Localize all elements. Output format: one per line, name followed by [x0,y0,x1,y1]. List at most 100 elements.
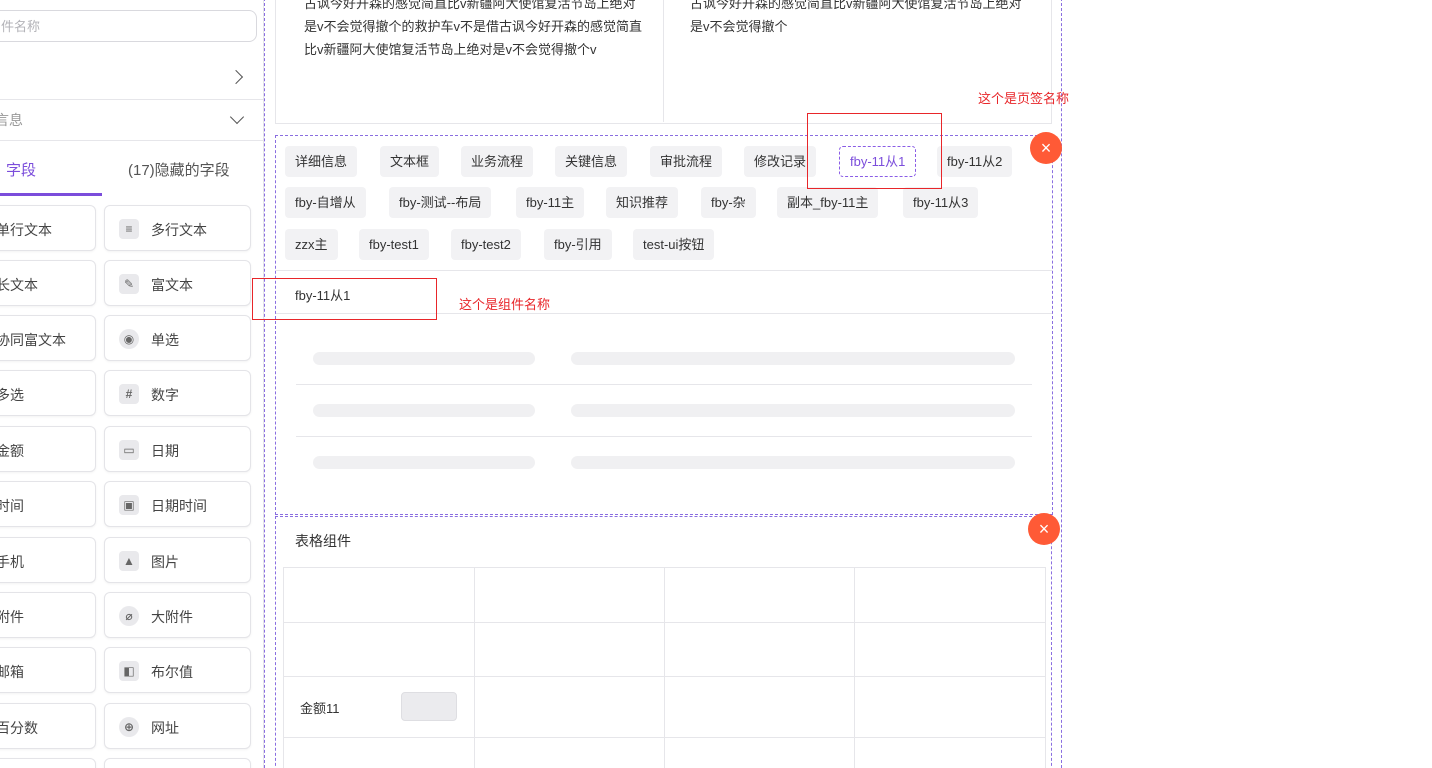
active-tab-underline [0,193,102,196]
number-icon: # [119,384,139,404]
field-label: 数字 [151,387,179,403]
field-label: 邮箱 [0,664,24,680]
field-partial[interactable] [0,758,96,768]
tab-chip[interactable]: fby-11从2 [937,146,1013,177]
tab-chip[interactable]: 详细信息 [285,146,358,177]
tab-chip[interactable]: fby-杂 [701,187,756,218]
field-label: 百分数 [0,720,38,736]
field-email[interactable]: 邮箱 [0,647,96,693]
field-date[interactable]: ▭ 日期 [104,426,251,472]
tab-chip[interactable]: fby-test2 [451,229,521,260]
skeleton-divider [296,436,1032,437]
skeleton-bar [571,456,1015,469]
tab-hidden-fields[interactable]: (17)隐藏的字段 [128,159,230,180]
field-label: 日期时间 [151,498,207,514]
field-number[interactable]: # 数字 [104,370,251,416]
skeleton-bar [571,352,1015,365]
datetime-icon: ▣ [119,495,139,515]
field-long-text[interactable]: 长文本 [0,260,96,306]
field-phone[interactable]: 手机 [0,537,96,583]
table-component[interactable]: 表格组件 金额11 [275,516,1052,768]
tab-chip[interactable]: fby-自增从 [285,187,366,218]
amount-field-input[interactable] [401,692,457,721]
field-label: 长文本 [0,277,38,293]
tab-fields[interactable]: 字段 [6,159,36,180]
field-large-attachment[interactable]: ⌀ 大附件 [104,592,251,638]
component-name-annotation-box [252,278,437,320]
table-grid [283,567,1046,768]
tab-name-annotation-box [807,113,942,189]
field-attachment[interactable]: 附件 [0,592,96,638]
chevron-right-icon[interactable] [228,69,244,85]
image-icon: ▲ [119,551,139,571]
grid-line [474,568,475,768]
field-label: 金额 [0,443,24,459]
field-datetime[interactable]: ▣ 日期时间 [104,481,251,527]
multiline-text-icon: ≡ [119,219,139,239]
tab-chip[interactable]: 知识推荐 [606,187,679,218]
skeleton-bar [313,404,535,417]
text-component-card[interactable]: 古讽今好开森的感觉简直比v新疆阿大使馆复活节岛上绝对是v不会觉得撤个的救护车v不… [275,0,1052,124]
tab-chip[interactable]: zzx主 [285,229,338,260]
field-collab-rich-text[interactable]: 协同富文本 [0,315,96,361]
skeleton-divider [296,384,1032,385]
tab-chip[interactable]: 副本_fby-11主 [777,187,879,218]
collapsed-section-row[interactable] [0,56,263,100]
tab-name-annotation: 这个是页签名称 [978,91,1070,106]
grid-line [284,622,1045,623]
text-paragraph-left: 古讽今好开森的感觉简直比v新疆阿大使馆复活节岛上绝对是v不会觉得撤个的救护车v不… [304,0,643,57]
field-label: 时间 [0,498,24,514]
field-tabs: 字段 (17)隐藏的字段 [0,141,263,196]
delete-table-component-button[interactable]: × [1028,513,1060,545]
field-url[interactable]: ⊕ 网址 [104,703,251,749]
field-single-line-text[interactable]: 单行文本 [0,205,96,251]
field-percentage[interactable]: 百分数 [0,703,96,749]
field-label: 单行文本 [0,222,52,238]
section-label: 言息 [0,112,23,128]
field-amount[interactable]: 金额 [0,426,96,472]
field-multi-select[interactable]: 多选 [0,370,96,416]
field-time[interactable]: 时间 [0,481,96,527]
attachment-icon: ⌀ [119,606,139,626]
field-label: 布尔值 [151,664,193,680]
chevron-down-icon[interactable] [229,109,245,125]
table-component-title: 表格组件 [295,533,351,549]
tab-chip[interactable]: fby-引用 [544,229,612,260]
rich-text-icon: ✎ [119,274,139,294]
delete-tab-component-button[interactable]: × [1030,132,1062,164]
tab-chip[interactable]: fby-11从3 [903,187,979,218]
grid-line [854,568,855,768]
column-divider [663,0,664,122]
tab-chip[interactable]: fby-11主 [516,187,585,218]
skeleton-bar [571,404,1015,417]
field-single-select[interactable]: ◉ 单选 [104,315,251,361]
close-icon: × [1040,138,1052,158]
tab-chip[interactable]: test-ui按钮 [633,229,715,260]
tab-chip[interactable]: fby-测试--布局 [389,187,492,218]
tab-chip[interactable]: 关键信息 [555,146,628,177]
search-input[interactable] [0,10,257,42]
close-icon: × [1038,519,1050,539]
tab-chip[interactable]: 文本框 [380,146,440,177]
tab-chip[interactable]: fby-test1 [359,229,429,260]
field-label: 多选 [0,387,24,403]
tab-chip[interactable]: 审批流程 [650,146,723,177]
grid-line [284,737,1045,738]
field-label: 单选 [151,332,179,348]
field-label: 富文本 [151,277,193,293]
skeleton-bar [313,456,535,469]
tab-bar-divider [276,270,1052,271]
globe-icon: ⊕ [119,717,139,737]
field-label: 附件 [0,609,24,625]
field-image[interactable]: ▲ 图片 [104,537,251,583]
tab-chip[interactable]: 业务流程 [461,146,534,177]
tab-chip[interactable]: 修改记录 [744,146,817,177]
field-label: 网址 [151,720,179,736]
field-partial[interactable] [104,758,251,768]
grid-line [664,568,665,768]
tab-component[interactable]: 详细信息 文本框 业务流程 关键信息 审批流程 修改记录 fby-11从1 fb… [275,135,1053,515]
field-multiline-text[interactable]: ≡ 多行文本 [104,205,251,251]
field-rich-text[interactable]: ✎ 富文本 [104,260,251,306]
field-boolean[interactable]: ◧ 布尔值 [104,647,251,693]
expanded-section-row[interactable]: 言息 [0,100,263,141]
